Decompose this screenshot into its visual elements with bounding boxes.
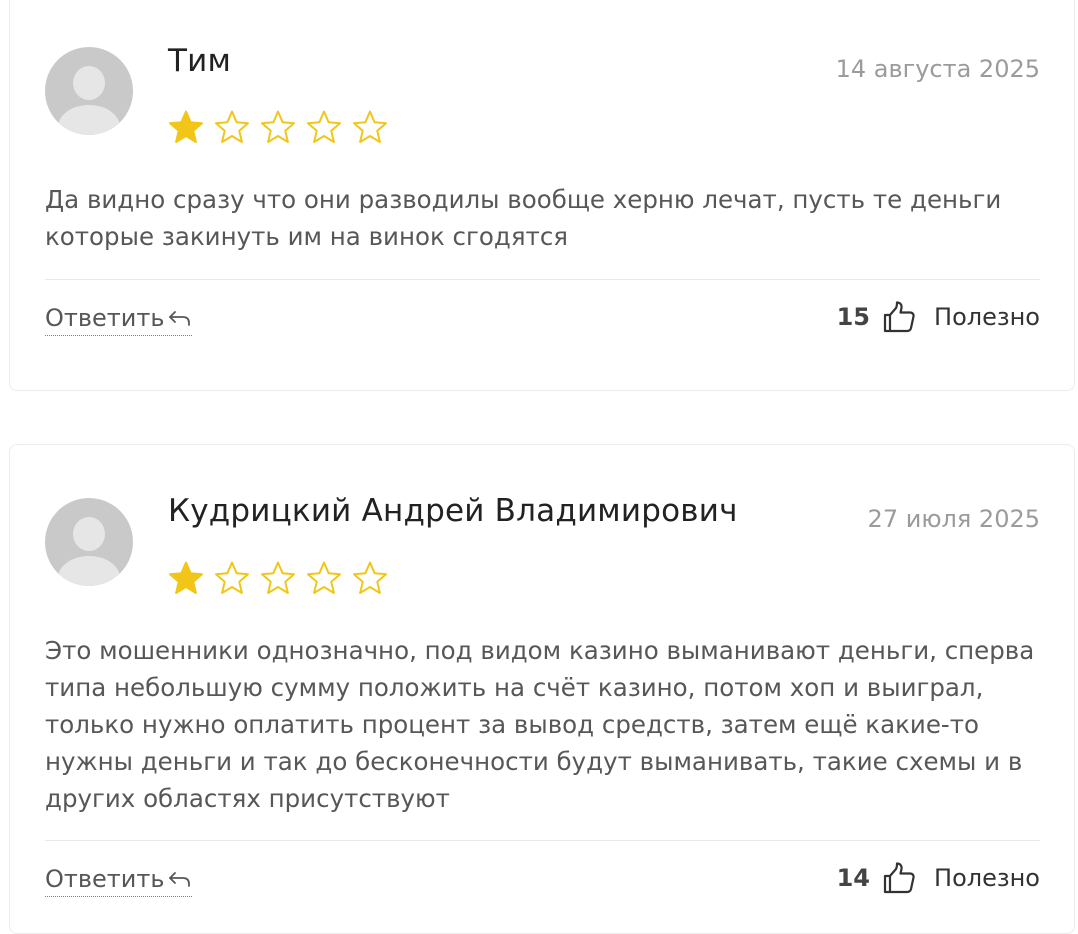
star-filled-icon (169, 561, 203, 594)
avatar-body-shape (58, 556, 120, 586)
star-filled-icon (169, 110, 203, 143)
reply-arrow-icon (169, 872, 191, 887)
vote-section: 15 Полезно (837, 300, 1040, 334)
thumbs-up-icon[interactable] (882, 861, 916, 895)
review-card: Кудрицкий Андрей Владимирович 27 июля 20… (9, 444, 1075, 934)
review-card: Тим 14 августа 2025 Да видно сразу что о… (9, 0, 1075, 391)
reply-button[interactable]: Ответить (45, 304, 193, 336)
reply-label: Ответить (45, 865, 165, 893)
avatar (45, 498, 133, 586)
avatar (45, 47, 133, 135)
star-outline-icon (353, 561, 387, 594)
avatar-head-shape (73, 66, 105, 100)
avatar-body-shape (58, 105, 120, 135)
reply-label: Ответить (45, 304, 165, 332)
star-outline-icon (261, 561, 295, 594)
review-text: Это мошенники однозначно, под видом кази… (45, 636, 1035, 813)
star-outline-icon (261, 110, 295, 143)
review-author: Кудрицкий Андрей Владимирович (168, 493, 738, 529)
vote-count: 14 (836, 864, 871, 892)
star-outline-icon (215, 110, 249, 143)
review-text: Да видно сразу что они разводилы вообще … (45, 185, 1002, 251)
divider (45, 279, 1040, 280)
star-outline-icon (215, 561, 249, 594)
reply-arrow-icon (169, 311, 191, 326)
star-rating (167, 109, 389, 147)
helpful-button[interactable]: Полезно (934, 303, 1040, 331)
avatar-head-shape (73, 517, 105, 551)
reply-button[interactable]: Ответить (45, 865, 193, 897)
divider (45, 840, 1040, 841)
helpful-button[interactable]: Полезно (934, 864, 1040, 892)
review-date: 27 июля 2025 (867, 505, 1040, 533)
review-author: Тим (168, 43, 232, 79)
thumbs-up-icon[interactable] (882, 300, 916, 334)
star-outline-icon (307, 110, 341, 143)
vote-section: 14 Полезно (837, 861, 1040, 895)
review-date: 14 августа 2025 (835, 55, 1040, 83)
vote-count: 15 (836, 303, 871, 331)
star-rating (167, 560, 389, 598)
star-outline-icon (307, 561, 341, 594)
star-outline-icon (353, 110, 387, 143)
